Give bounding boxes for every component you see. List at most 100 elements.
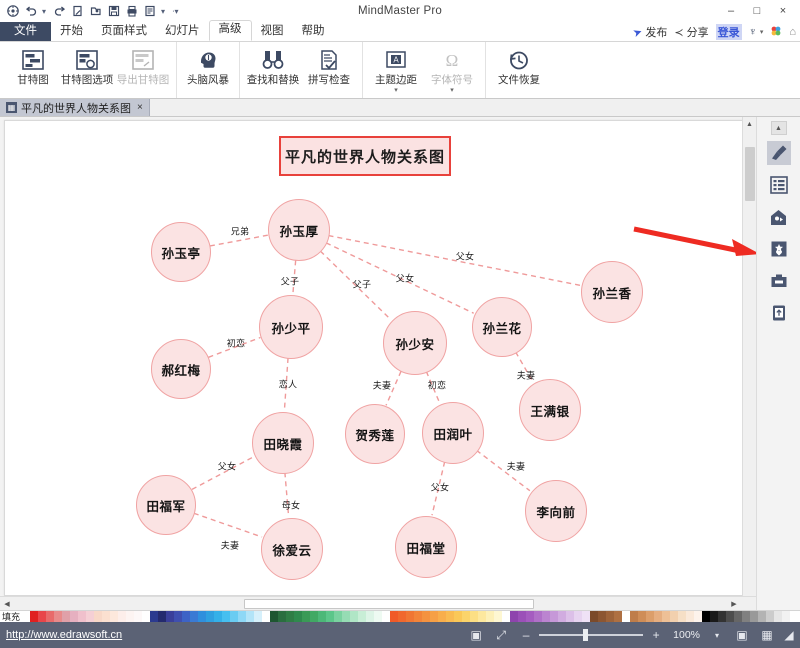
diagram-link-label[interactable]: 母女 [282, 499, 301, 512]
diagram-link-label[interactable]: 父女 [431, 481, 450, 494]
color-swatch[interactable] [430, 611, 439, 622]
spell-check-button[interactable]: 拼写检查 [301, 42, 357, 98]
color-swatch[interactable] [318, 611, 327, 622]
tab-home[interactable]: 开始 [51, 23, 92, 41]
brainstorm-button[interactable]: 头脑风暴 [182, 42, 234, 98]
color-swatch[interactable] [422, 611, 431, 622]
color-swatch[interactable] [686, 611, 695, 622]
diagram-node-sunshaoping[interactable]: 孙少平 [259, 295, 323, 359]
diagram-node-sunshaoan[interactable]: 孙少安 [383, 311, 447, 375]
color-swatch[interactable] [246, 611, 255, 622]
diagram-title[interactable]: 平凡的世界人物关系图 [279, 136, 451, 176]
diagram-node-sunlanhua[interactable]: 孙兰花 [472, 297, 532, 357]
color-swatch[interactable] [606, 611, 615, 622]
color-swatch[interactable] [638, 611, 647, 622]
canvas-vertical-scrollbar[interactable]: ▲ [742, 117, 756, 596]
color-swatch[interactable] [310, 611, 319, 622]
color-swatch[interactable] [366, 611, 375, 622]
diagram-link-label[interactable]: 父女 [218, 460, 237, 473]
diagram-link-label[interactable]: 父子 [281, 275, 300, 288]
color-swatch[interactable] [278, 611, 287, 622]
color-swatch[interactable] [294, 611, 303, 622]
clipart-icon[interactable] [767, 205, 791, 229]
find-replace-button[interactable]: 查找和替换 [245, 42, 301, 98]
diagram-node-haohongmei[interactable]: 郝红梅 [151, 339, 211, 399]
color-swatch[interactable] [718, 611, 727, 622]
color-swatch[interactable] [758, 611, 767, 622]
close-button[interactable]: × [770, 1, 796, 21]
zoom-knob[interactable] [583, 629, 589, 641]
zoom-dropdown-icon[interactable]: ▾ [709, 627, 725, 643]
color-swatch[interactable] [342, 611, 351, 622]
diagram-node-xuaiyun[interactable]: 徐爱云 [261, 518, 323, 580]
scroll-left-icon[interactable]: ◀ [0, 597, 14, 611]
color-swatch[interactable] [254, 611, 263, 622]
diagram-link-label[interactable]: 兄弟 [231, 225, 250, 238]
canvas-horizontal-scrollbar[interactable]: ◀ ▶ [0, 596, 756, 610]
diagram-link-label[interactable]: 夫妻 [517, 369, 536, 382]
color-swatch[interactable] [206, 611, 215, 622]
diagram-node-lixiangqian[interactable]: 李向前 [525, 480, 587, 542]
diagram-node-tianfujun[interactable]: 田福军 [136, 475, 196, 535]
maximize-button[interactable]: □ [744, 1, 770, 21]
vertical-scroll-thumb[interactable] [744, 147, 755, 201]
diagram-node-tianrunye[interactable]: 田润叶 [422, 402, 484, 464]
color-swatch[interactable] [334, 611, 343, 622]
color-swatch[interactable] [182, 611, 191, 622]
diagram-link-label[interactable]: 夫妻 [373, 379, 392, 392]
share-button[interactable]: ≺ 分享 [674, 24, 708, 40]
color-swatch[interactable] [622, 611, 631, 622]
color-swatch[interactable] [598, 611, 607, 622]
color-swatch[interactable] [518, 611, 527, 622]
color-swatch[interactable] [478, 611, 487, 622]
color-swatch[interactable] [326, 611, 335, 622]
full-screen-icon[interactable]: ⤢ [493, 627, 509, 643]
close-icon[interactable]: × [137, 102, 143, 113]
color-swatch[interactable] [54, 611, 63, 622]
topic-margin-button[interactable]: A 主题边距 ▾ [368, 42, 424, 98]
diagram-node-sunyuhou[interactable]: 孙玉厚 [268, 199, 330, 261]
diagram-link[interactable] [193, 512, 263, 538]
color-swatch[interactable] [134, 611, 143, 622]
export-panel-icon[interactable] [767, 301, 791, 325]
diagram-node-tianfutang[interactable]: 田福堂 [395, 516, 457, 578]
color-swatch[interactable] [630, 611, 639, 622]
diagram-page[interactable]: 平凡的世界人物关系图 孙玉亭 孙玉厚 孙兰香 孙兰花 孙少平 孙少安 郝红梅 王满银 贺秀莲 田润… [4, 120, 748, 596]
color-swatch[interactable] [302, 611, 311, 622]
document-tab[interactable]: ▦ 平凡的世界人物关系图 × [0, 99, 150, 116]
theme-button[interactable]: ♆ ▾ [749, 26, 764, 38]
diagram-link-label[interactable]: 父女 [456, 250, 475, 263]
color-swatch[interactable] [726, 611, 735, 622]
login-button[interactable]: 登录 [715, 24, 742, 40]
color-swatch[interactable] [494, 611, 503, 622]
color-swatch[interactable] [782, 611, 791, 622]
panel-collapse-button[interactable]: ▲ [770, 121, 787, 135]
color-swatch[interactable] [734, 611, 743, 622]
color-swatch[interactable] [126, 611, 135, 622]
color-swatch[interactable] [222, 611, 231, 622]
canvas-viewport[interactable]: 平凡的世界人物关系图 孙玉亭 孙玉厚 孙兰香 孙兰花 孙少平 孙少安 郝红梅 王满银 贺秀莲 田润… [0, 117, 756, 610]
toolbox-icon[interactable] [767, 269, 791, 293]
color-swatch[interactable] [262, 611, 271, 622]
cloud-icon[interactable]: ⌂ [789, 26, 796, 38]
color-swatch[interactable] [46, 611, 55, 622]
color-swatch[interactable] [190, 611, 199, 622]
color-swatch[interactable] [94, 611, 103, 622]
diagram-link-label[interactable]: 初恋 [227, 337, 246, 350]
zoom-slider[interactable]: – + [518, 627, 664, 643]
multi-page-view-icon[interactable]: ▦ [759, 627, 775, 643]
color-swatch[interactable] [486, 611, 495, 622]
color-swatch[interactable] [766, 611, 775, 622]
color-swatch[interactable] [646, 611, 655, 622]
zoom-in-icon[interactable]: + [648, 627, 664, 643]
color-swatch[interactable] [790, 611, 799, 622]
horizontal-scroll-thumb[interactable] [244, 598, 534, 609]
color-swatch[interactable] [566, 611, 575, 622]
color-swatch[interactable] [694, 611, 703, 622]
color-swatch[interactable] [102, 611, 111, 622]
color-swatch[interactable] [502, 611, 511, 622]
tab-advanced[interactable]: 高级 [208, 20, 252, 41]
color-swatch[interactable] [582, 611, 591, 622]
format-brush-icon[interactable] [766, 141, 791, 165]
diagram-link-label[interactable]: 夫妻 [507, 460, 526, 473]
